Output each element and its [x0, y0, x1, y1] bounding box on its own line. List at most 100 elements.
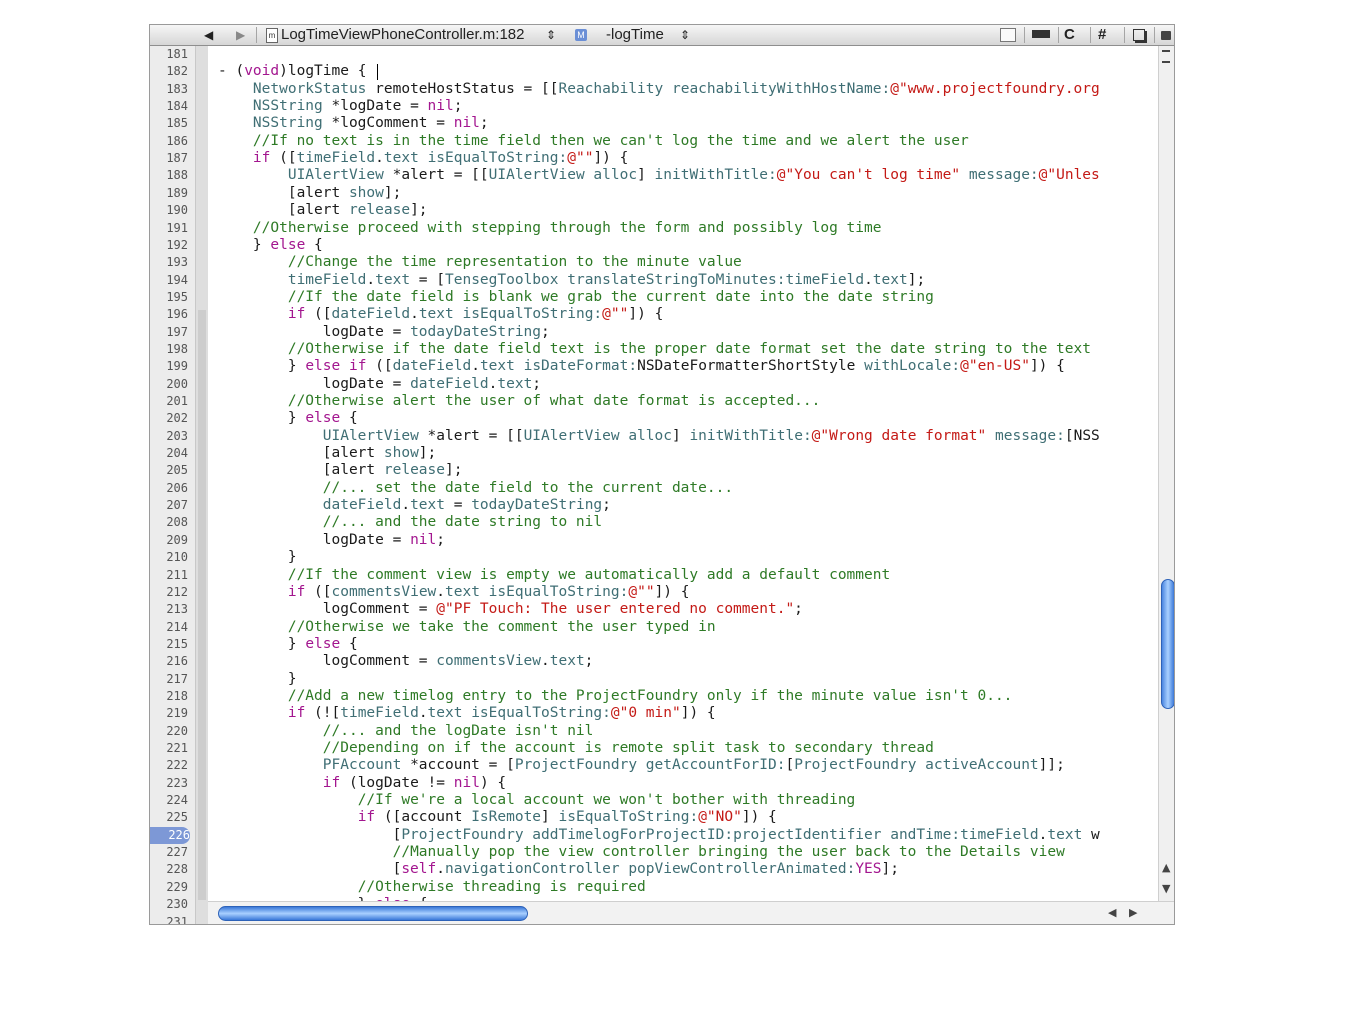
- bookmarks-icon[interactable]: [1000, 28, 1016, 42]
- code-line: if (![timeField.text isEqualToString:@"0…: [218, 705, 716, 722]
- code-token: //Otherwise alert the user of what date …: [287, 393, 821, 409]
- code-token: YES: [855, 861, 882, 878]
- code-token: nil: [427, 98, 454, 115]
- code-token: if: [252, 150, 271, 167]
- code-token: ProjectFoundry: [794, 757, 917, 774]
- line-number: 186: [166, 133, 188, 148]
- line-number: 212: [166, 584, 188, 599]
- code-token: ];: [907, 271, 926, 288]
- lock-icon[interactable]: [1161, 31, 1171, 40]
- code-token: }: [218, 236, 271, 253]
- file-path-popup[interactable]: LogTimeViewPhoneController.m:182: [281, 25, 524, 45]
- line-number: 227: [166, 845, 188, 860]
- code-token: if: [357, 809, 376, 826]
- code-token: ]) {: [593, 150, 629, 167]
- includes-button[interactable]: #: [1098, 25, 1106, 45]
- code-line: //If the comment view is empty we automa…: [218, 567, 890, 584]
- code-token: navigationController: [444, 861, 620, 878]
- code-line: [alert show];: [218, 185, 402, 202]
- code-token: }: [218, 358, 306, 375]
- code-token: (logDate !=: [340, 774, 454, 791]
- text-cursor: [377, 64, 378, 81]
- line-number: 185: [166, 116, 188, 131]
- line-number: 217: [166, 671, 188, 686]
- class-hierarchy-button[interactable]: C: [1064, 25, 1075, 45]
- vertical-scroll-thumb[interactable]: [1161, 579, 1174, 709]
- code-token: //... set the date field to the current …: [322, 479, 734, 496]
- code-token: ;: [453, 98, 463, 115]
- code-line: //Add a new timelog entry to the Project…: [218, 688, 1013, 705]
- horizontal-scroll-thumb[interactable]: [218, 906, 528, 921]
- code-line: //Change the time representation to the …: [218, 254, 742, 271]
- horizontal-scrollbar[interactable]: ◀ ▶: [208, 901, 1174, 924]
- code-token: ;: [541, 323, 550, 340]
- code-token: //Otherwise if the date field text is th…: [287, 340, 1091, 357]
- code-token: .: [418, 705, 428, 722]
- code-token: if: [287, 306, 306, 323]
- line-number: 189: [166, 185, 188, 200]
- scroll-right-arrow-icon[interactable]: ▶: [1129, 906, 1137, 919]
- code-token: {: [340, 410, 358, 427]
- code-token: ([: [270, 150, 297, 167]
- method-popup[interactable]: -logTime: [606, 25, 664, 45]
- code-token: @"en-US": [960, 358, 1030, 375]
- forward-arrow-icon[interactable]: ▶: [236, 25, 245, 45]
- back-arrow-icon[interactable]: ◀: [204, 25, 213, 45]
- code-token: }: [218, 635, 306, 652]
- code-line: } else {: [218, 636, 358, 653]
- code-line: [self.navigationController popViewContro…: [218, 861, 899, 878]
- scroll-down-arrow-icon[interactable]: ▼: [1162, 882, 1170, 895]
- code-token: text: [497, 375, 533, 392]
- code-editor-window: ◀ ▶ m LogTimeViewPhoneController.m:182 ⇕…: [149, 24, 1175, 925]
- scroll-up-arrow-icon[interactable]: ▲: [1162, 861, 1170, 874]
- code-token: isEqualToString:: [488, 583, 629, 600]
- method-stepper-icon[interactable]: ⇕: [680, 25, 690, 45]
- code-token: [alert: [218, 445, 384, 462]
- code-line: [ProjectFoundry addTimelogForProjectID:p…: [218, 827, 1100, 844]
- code-token: @"NO": [698, 809, 742, 826]
- code-token: .: [864, 271, 873, 288]
- code-line: timeField.text = [TensegToolbox translat…: [218, 272, 925, 289]
- code-line: //Otherwise alert the user of what date …: [218, 393, 821, 410]
- breakpoints-icon[interactable]: [1032, 30, 1050, 38]
- code-text-area[interactable]: - (void)logTime { NetworkStatus remoteHo…: [218, 46, 1158, 901]
- code-token: popViewControllerAnimated:: [628, 861, 856, 878]
- code-token: )logTime {: [279, 63, 367, 80]
- code-token: text: [375, 271, 411, 288]
- code-token: //Manually pop the view controller bring…: [392, 844, 1065, 861]
- counterpart-icon[interactable]: [1133, 29, 1145, 41]
- code-token: ];: [410, 202, 428, 219]
- code-line: UIAlertView *alert = [[UIAlertView alloc…: [218, 428, 1100, 445]
- line-number: 182: [166, 64, 188, 79]
- code-token: addTimelogForProjectID:: [532, 826, 734, 843]
- code-line: //Otherwise threading is required: [218, 879, 646, 896]
- vertical-scrollbar[interactable]: ▲ ▼: [1158, 46, 1174, 901]
- code-token: NSDateFormatterShortStyle: [637, 358, 865, 375]
- code-token: isDateFormat:: [523, 358, 638, 375]
- code-token: NSString: [252, 98, 323, 115]
- code-line: [alert release];: [218, 462, 463, 479]
- file-stepper-icon[interactable]: ⇕: [546, 25, 556, 45]
- line-number: 219: [166, 706, 188, 721]
- code-line: NSString *logComment = nil;: [218, 115, 489, 132]
- code-line: //If the date field is blank we grab the…: [218, 289, 934, 306]
- code-line: PFAccount *account = [ProjectFoundry get…: [218, 757, 1065, 774]
- code-token: Reachability: [558, 80, 664, 97]
- code-token: timeField: [340, 705, 419, 722]
- code-line: }: [218, 671, 297, 688]
- file-icon: m: [266, 28, 278, 43]
- scroll-left-arrow-icon[interactable]: ◀: [1108, 906, 1116, 919]
- code-token: logDate =: [218, 531, 411, 548]
- split-view-icon[interactable]: [1162, 50, 1170, 63]
